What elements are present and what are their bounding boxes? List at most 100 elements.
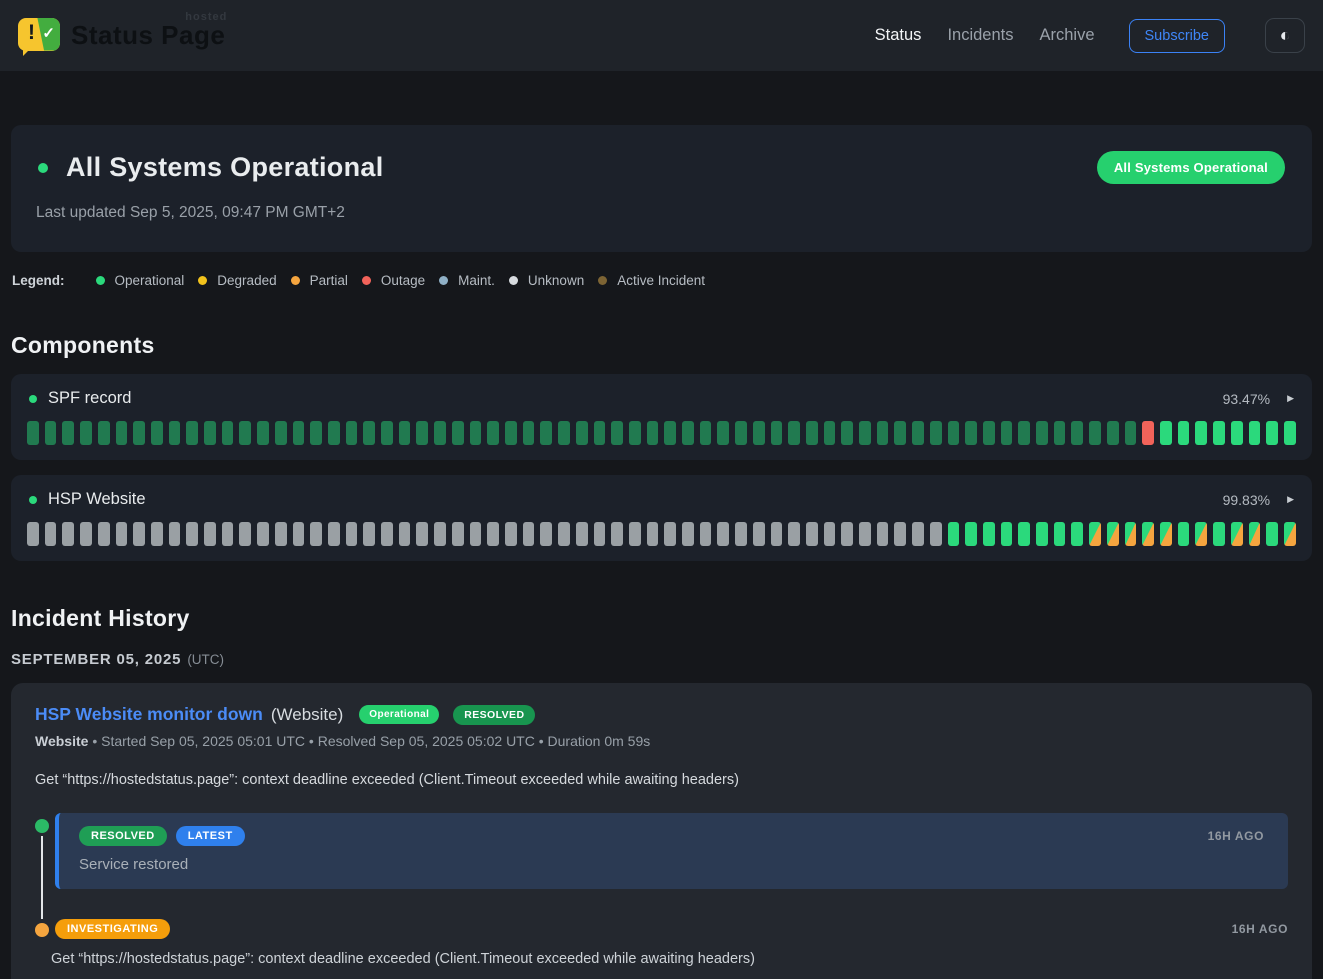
uptime-bar[interactable]: [1018, 522, 1030, 546]
uptime-bar[interactable]: [912, 421, 924, 445]
uptime-bar[interactable]: [664, 421, 676, 445]
uptime-bar[interactable]: [1284, 522, 1296, 546]
uptime-bar[interactable]: [1089, 522, 1101, 546]
uptime-bar[interactable]: [682, 421, 694, 445]
uptime-bar[interactable]: [505, 421, 517, 445]
uptime-bar[interactable]: [151, 421, 163, 445]
uptime-bar[interactable]: [859, 522, 871, 546]
uptime-bar[interactable]: [239, 421, 251, 445]
uptime-bar[interactable]: [806, 421, 818, 445]
uptime-bar[interactable]: [1018, 421, 1030, 445]
uptime-bar[interactable]: [487, 421, 499, 445]
uptime-bar[interactable]: [186, 522, 198, 546]
uptime-bar[interactable]: [700, 421, 712, 445]
uptime-bar[interactable]: [1071, 522, 1083, 546]
uptime-bar[interactable]: [346, 421, 358, 445]
uptime-bar[interactable]: [1160, 421, 1172, 445]
uptime-bar[interactable]: [594, 421, 606, 445]
uptime-bar[interactable]: [700, 522, 712, 546]
uptime-bar[interactable]: [1125, 421, 1137, 445]
uptime-bar[interactable]: [399, 421, 411, 445]
uptime-bar[interactable]: [948, 522, 960, 546]
uptime-bar[interactable]: [1054, 421, 1066, 445]
uptime-bar[interactable]: [399, 522, 411, 546]
uptime-bar[interactable]: [540, 522, 552, 546]
uptime-bar[interactable]: [647, 522, 659, 546]
uptime-bar[interactable]: [1249, 522, 1261, 546]
uptime-bar[interactable]: [470, 421, 482, 445]
uptime-bar[interactable]: [133, 522, 145, 546]
uptime-bar[interactable]: [983, 421, 995, 445]
uptime-bar[interactable]: [930, 421, 942, 445]
uptime-bar[interactable]: [416, 421, 428, 445]
uptime-bar[interactable]: [363, 421, 375, 445]
uptime-bar[interactable]: [62, 421, 74, 445]
uptime-bar[interactable]: [611, 522, 623, 546]
uptime-bar[interactable]: [1231, 522, 1243, 546]
uptime-bar[interactable]: [540, 421, 552, 445]
uptime-bar[interactable]: [239, 522, 251, 546]
uptime-bar[interactable]: [310, 522, 322, 546]
uptime-bar[interactable]: [576, 522, 588, 546]
uptime-bar[interactable]: [1178, 522, 1190, 546]
uptime-bar[interactable]: [1213, 421, 1225, 445]
uptime-bar[interactable]: [1249, 421, 1261, 445]
uptime-bar[interactable]: [45, 522, 57, 546]
uptime-bar[interactable]: [116, 421, 128, 445]
uptime-bar[interactable]: [576, 421, 588, 445]
uptime-bar[interactable]: [169, 522, 181, 546]
uptime-bar[interactable]: [629, 522, 641, 546]
uptime-bar[interactable]: [98, 421, 110, 445]
uptime-bar[interactable]: [452, 421, 464, 445]
uptime-bar[interactable]: [257, 522, 269, 546]
uptime-bar[interactable]: [204, 421, 216, 445]
uptime-bar[interactable]: [788, 522, 800, 546]
uptime-bar[interactable]: [717, 421, 729, 445]
uptime-bar[interactable]: [1195, 421, 1207, 445]
uptime-bar[interactable]: [1266, 421, 1278, 445]
uptime-bar[interactable]: [116, 522, 128, 546]
uptime-bar[interactable]: [381, 522, 393, 546]
uptime-bar[interactable]: [275, 421, 287, 445]
uptime-bar[interactable]: [1001, 522, 1013, 546]
uptime-bar[interactable]: [735, 421, 747, 445]
uptime-bar[interactable]: [877, 421, 889, 445]
uptime-bar[interactable]: [505, 522, 517, 546]
theme-toggle-button[interactable]: ◐: [1265, 18, 1305, 53]
uptime-bar[interactable]: [434, 522, 446, 546]
uptime-bar[interactable]: [877, 522, 889, 546]
uptime-bar[interactable]: [45, 421, 57, 445]
uptime-bar[interactable]: [1107, 522, 1119, 546]
uptime-bar[interactable]: [682, 522, 694, 546]
uptime-bar[interactable]: [735, 522, 747, 546]
uptime-bar[interactable]: [629, 421, 641, 445]
uptime-bar[interactable]: [186, 421, 198, 445]
uptime-bar[interactable]: [912, 522, 924, 546]
uptime-bar[interactable]: [1071, 421, 1083, 445]
uptime-bar[interactable]: [824, 522, 836, 546]
uptime-bar[interactable]: [1160, 522, 1172, 546]
uptime-bar[interactable]: [452, 522, 464, 546]
expand-arrow-icon[interactable]: ▶: [1287, 494, 1294, 505]
uptime-bar[interactable]: [434, 421, 446, 445]
uptime-bar[interactable]: [222, 421, 234, 445]
uptime-bar[interactable]: [1054, 522, 1066, 546]
uptime-bar[interactable]: [859, 421, 871, 445]
uptime-bar[interactable]: [151, 522, 163, 546]
uptime-bar[interactable]: [930, 522, 942, 546]
uptime-bar[interactable]: [470, 522, 482, 546]
uptime-bar[interactable]: [363, 522, 375, 546]
expand-arrow-icon[interactable]: ▶: [1287, 393, 1294, 404]
uptime-bar[interactable]: [133, 421, 145, 445]
uptime-bar[interactable]: [523, 421, 535, 445]
uptime-bar[interactable]: [169, 421, 181, 445]
uptime-bar[interactable]: [806, 522, 818, 546]
uptime-bar[interactable]: [611, 421, 623, 445]
uptime-bar[interactable]: [62, 522, 74, 546]
uptime-bar[interactable]: [1284, 421, 1296, 445]
uptime-bar[interactable]: [257, 421, 269, 445]
uptime-bar[interactable]: [310, 421, 322, 445]
brand[interactable]: ! ✓ Status Page hosted: [18, 16, 225, 56]
uptime-bar[interactable]: [841, 421, 853, 445]
uptime-bar[interactable]: [841, 522, 853, 546]
